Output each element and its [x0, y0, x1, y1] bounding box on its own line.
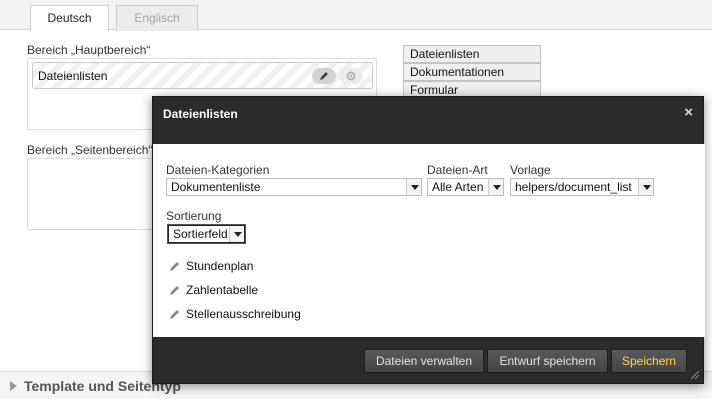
chevron-right-icon: [10, 381, 17, 391]
dialog-title: Dateienlisten: [163, 107, 238, 121]
side-area-label: Bereich „Seitenbereich“: [27, 143, 153, 157]
pencil-icon: [170, 262, 179, 271]
list-item-label: Stundenplan: [186, 259, 254, 273]
sorting-select[interactable]: Sortierfeld: [167, 224, 246, 244]
list-item-stundenplan[interactable]: Stundenplan: [169, 259, 253, 273]
save-draft-button[interactable]: Entwurf speichern: [487, 349, 608, 373]
type-select[interactable]: Alle Arten: [427, 178, 504, 196]
sorting-label: Sortierung: [166, 209, 222, 223]
gear-icon[interactable]: [339, 68, 363, 84]
manage-files-button[interactable]: Dateien verwalten: [364, 349, 484, 373]
close-icon[interactable]: ×: [684, 104, 693, 121]
resize-handle-icon[interactable]: [690, 370, 700, 380]
chevron-down-icon: [638, 179, 653, 195]
chevron-down-icon: [229, 226, 244, 242]
categories-label: Dateien-Kategorien: [166, 163, 270, 177]
template-value: helpers/document_list: [515, 180, 632, 194]
type-value: Alle Arten: [432, 180, 484, 194]
template-label: Vorlage: [510, 163, 551, 177]
tab-englisch[interactable]: Englisch: [116, 5, 198, 31]
palette-item-dateienlisten[interactable]: Dateienlisten: [403, 45, 541, 63]
sorting-value: Sortierfeld: [173, 227, 228, 241]
pencil-icon: [170, 310, 179, 319]
categories-value: Dokumentenliste: [171, 180, 261, 194]
chevron-down-icon: [406, 179, 421, 195]
list-item-label: Stellenausschreibung: [186, 307, 301, 321]
pencil-icon[interactable]: [312, 68, 336, 84]
list-item-label: Zahlentabelle: [186, 283, 259, 297]
dialog-body: Dateien-Kategorien Dokumentenliste Datei…: [153, 144, 705, 337]
pencil-icon: [170, 286, 179, 295]
categories-select[interactable]: Dokumentenliste: [166, 178, 422, 196]
type-label: Dateien-Art: [427, 163, 488, 177]
save-button[interactable]: Speichern: [611, 349, 687, 373]
dateienlisten-dialog: Dateienlisten × Dateien-Kategorien Dokum…: [152, 96, 705, 384]
language-tabbar: Deutsch Englisch: [0, 0, 712, 31]
template-select[interactable]: helpers/document_list: [510, 178, 654, 196]
list-item-stellenausschreibung[interactable]: Stellenausschreibung: [169, 307, 301, 321]
palette-item-dokumentationen[interactable]: Dokumentationen: [403, 63, 541, 81]
side-area-dropzone: [27, 158, 157, 230]
tab-deutsch[interactable]: Deutsch: [30, 5, 109, 31]
chevron-down-icon: [488, 179, 503, 195]
module-label: Dateienlisten: [38, 69, 108, 83]
list-item-zahlentabelle[interactable]: Zahlentabelle: [169, 283, 258, 297]
module-row-dateienlisten[interactable]: Dateienlisten: [32, 62, 373, 89]
main-area-label: Bereich „Hauptbereich“: [27, 43, 151, 57]
